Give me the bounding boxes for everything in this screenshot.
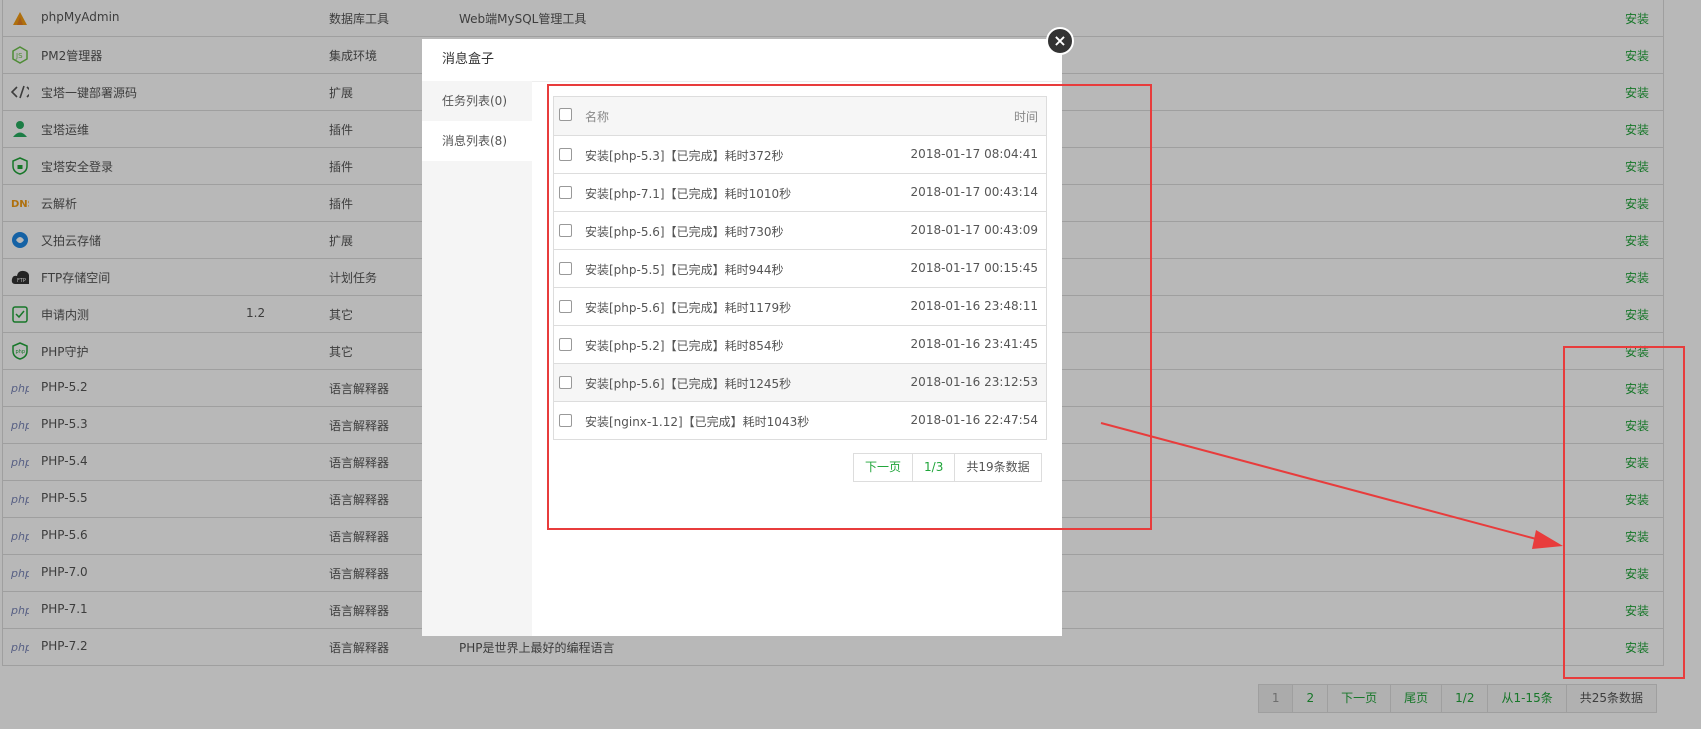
- tab-task-list[interactable]: 任务列表(0): [422, 81, 532, 121]
- dialog-sidebar: 任务列表(0) 消息列表(8): [422, 81, 532, 636]
- close-icon[interactable]: ×: [1046, 27, 1074, 55]
- annotation-box-install-column: [1563, 346, 1685, 679]
- annotation-box-messages: [547, 84, 1152, 530]
- tab-message-list[interactable]: 消息列表(8): [422, 121, 532, 161]
- dialog-title: 消息盒子: [422, 39, 1062, 82]
